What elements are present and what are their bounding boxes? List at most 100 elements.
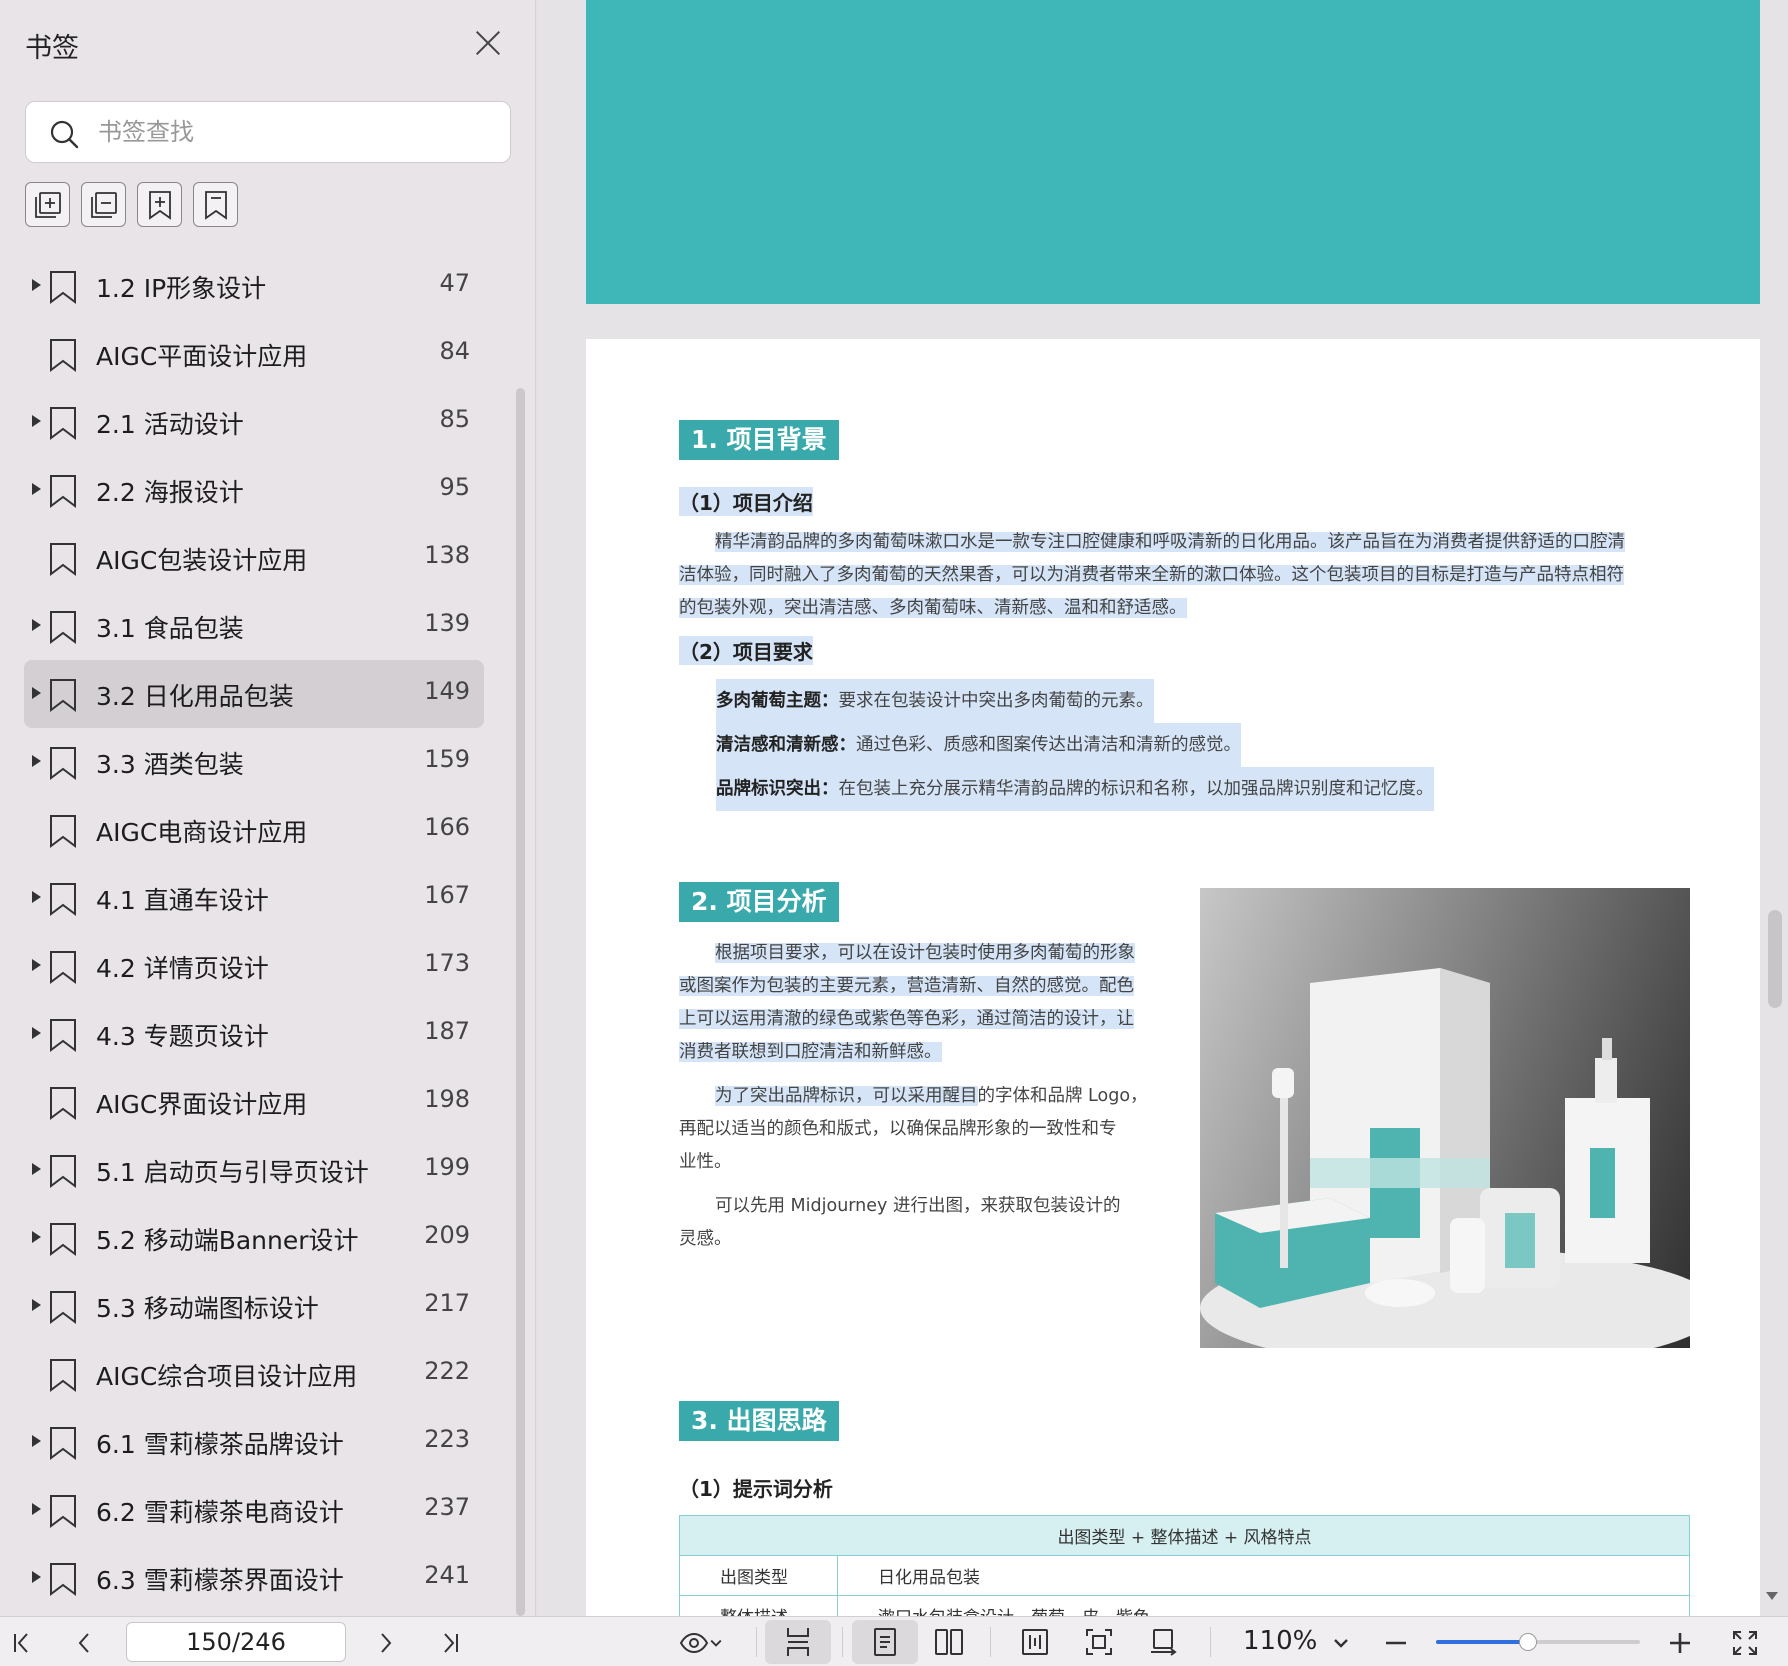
expand-all-icon [34, 191, 61, 218]
expand-arrow-icon[interactable] [32, 1299, 41, 1311]
zoom-in-button[interactable] [1662, 1625, 1698, 1661]
section-heading: 3. 出图思路 [679, 1401, 839, 1441]
bookmark-label: AIGC综合项目设计应用 [96, 1362, 358, 1391]
bookmark-icon [50, 1087, 76, 1120]
bookmark-item[interactable]: 4.2 详情页设计 173 [24, 932, 484, 1000]
prev-page-button[interactable] [66, 1625, 102, 1661]
product-photo [1200, 888, 1690, 1348]
expand-arrow-icon[interactable] [32, 1163, 41, 1175]
search-input[interactable] [98, 112, 488, 152]
close-icon[interactable] [470, 26, 506, 62]
text-line: 的字体和品牌 Logo， [977, 1086, 1148, 1106]
collapse-all-button[interactable] [81, 182, 126, 227]
zoom-level[interactable]: 110% [1243, 1626, 1317, 1656]
bookmark-label: 2.1 活动设计 [96, 410, 244, 439]
expand-arrow-icon[interactable] [32, 1571, 41, 1583]
chevron-right-icon [381, 1633, 392, 1653]
expand-all-button[interactable] [25, 182, 70, 227]
bookmark-item[interactable]: 2.2 海报设计 95 [24, 456, 484, 524]
chevron-down-icon [710, 1639, 722, 1647]
bookmark-icon [50, 611, 76, 644]
expand-arrow-icon[interactable] [32, 959, 41, 971]
expand-arrow-icon[interactable] [32, 1503, 41, 1515]
analysis-paragraph: 根据项目要求，可以在设计包装时使用多肉葡萄的形象 或图案作为包装的主要元素，营造… [679, 937, 1171, 1256]
bookmark-item[interactable]: 4.3 专题页设计 187 [24, 1000, 484, 1068]
two-page-icon [935, 1629, 963, 1655]
scroll-down-arrow-icon[interactable] [1766, 1592, 1778, 1600]
text-line: 的包装外观，突出清洁感、多肉葡萄味、清新感、温和和舒适感。 [679, 598, 1187, 618]
bookmark-item[interactable]: 1.2 IP形象设计 47 [24, 252, 484, 320]
text-line: 业性。 [679, 1152, 732, 1172]
bookmark-icon [204, 190, 227, 220]
zoom-out-button[interactable] [1378, 1625, 1414, 1661]
bookmark-icon [50, 339, 76, 372]
intro-paragraph: 精华清韵品牌的多肉葡萄味漱口水是一款专注口腔健康和呼吸清新的日化用品。该产品旨在… [679, 526, 1690, 625]
bookmark-page-number: 237 [424, 1493, 470, 1521]
table-header-row: 出图类型 + 整体描述 + 风格特点 [679, 1515, 1690, 1556]
bookmark-item[interactable]: 3.3 酒类包装 159 [24, 728, 484, 796]
expand-arrow-icon[interactable] [32, 1435, 41, 1447]
zoom-slider[interactable] [1436, 1633, 1640, 1651]
zoom-dropdown[interactable] [1326, 1625, 1356, 1661]
two-page-button[interactable] [916, 1620, 982, 1664]
bookmark-search[interactable] [25, 101, 511, 163]
text-line: 洁体验，同时融入了多肉葡萄的天然果香，可以为消费者带来全新的漱口体验。这个包装项… [679, 565, 1624, 585]
fit-width-button[interactable] [1002, 1620, 1068, 1664]
bookmark-page-number: 139 [424, 609, 470, 637]
bookmark-item[interactable]: AIGC电商设计应用 166 [24, 796, 484, 864]
bookmark-button[interactable] [193, 182, 238, 227]
bookmark-item[interactable]: AIGC界面设计应用 198 [24, 1068, 484, 1136]
bookmark-item[interactable]: AIGC综合项目设计应用 222 [24, 1340, 484, 1408]
requirement-item: 清洁感和清新感：通过色彩、质感和图案传达出清洁和清新的感觉。 [716, 723, 1241, 767]
bookmark-item[interactable]: 6.2 雪莉檬茶电商设计 237 [24, 1476, 484, 1544]
expand-arrow-icon[interactable] [32, 1231, 41, 1243]
bookmark-item[interactable]: 5.1 启动页与引导页设计 199 [24, 1136, 484, 1204]
expand-arrow-icon[interactable] [32, 755, 41, 767]
page-number-input[interactable] [126, 1622, 346, 1662]
bookmark-item[interactable]: 2.1 活动设计 85 [24, 388, 484, 456]
bookmark-icon [50, 1359, 76, 1392]
bookmark-label: 4.2 详情页设计 [96, 954, 269, 983]
bookmark-label: AIGC电商设计应用 [96, 818, 308, 847]
bookmark-item[interactable]: 5.3 移动端图标设计 217 [24, 1272, 484, 1340]
expand-arrow-icon[interactable] [32, 279, 41, 291]
continuous-view-button[interactable] [765, 1620, 831, 1664]
expand-arrow-icon[interactable] [32, 415, 41, 427]
document-scrollbar[interactable] [1768, 910, 1782, 1008]
expand-arrow-icon[interactable] [32, 1027, 41, 1039]
bookmark-page-number: 173 [424, 949, 470, 977]
reading-mode-dropdown[interactable] [704, 1625, 728, 1661]
last-page-button[interactable] [432, 1625, 468, 1661]
bookmark-item[interactable]: 5.2 移动端Banner设计 209 [24, 1204, 484, 1272]
expand-arrow-icon[interactable] [32, 619, 41, 631]
add-bookmark-button[interactable] [137, 182, 182, 227]
bookmark-item[interactable]: AIGC平面设计应用 84 [24, 320, 484, 388]
bookmark-icon [50, 1427, 76, 1460]
fit-page-button[interactable] [1066, 1620, 1132, 1664]
bookmark-page-number: 209 [424, 1221, 470, 1249]
bookmark-item[interactable]: 3.2 日化用品包装 149 [24, 660, 484, 728]
bookmark-item[interactable]: 6.3 雪莉檬茶界面设计 241 [24, 1544, 484, 1612]
expand-arrow-icon[interactable] [32, 687, 41, 699]
bookmark-item[interactable]: 4.1 直通车设计 167 [24, 864, 484, 932]
expand-arrow-icon[interactable] [32, 891, 41, 903]
fullscreen-button[interactable] [1727, 1625, 1763, 1661]
expand-arrow-icon[interactable] [32, 483, 41, 495]
bookmark-icon [50, 543, 76, 576]
table-cell: 日化用品包装 [837, 1555, 1690, 1596]
sidebar-scrollbar[interactable] [516, 388, 525, 1616]
chevron-down-icon [1334, 1639, 1348, 1648]
section-heading: 2. 项目分析 [679, 882, 839, 922]
bookmark-item[interactable]: 3.1 食品包装 139 [24, 592, 484, 660]
panel-title: 书签 [25, 33, 79, 64]
single-page-button[interactable] [852, 1620, 918, 1664]
bookmark-item[interactable]: 6.1 雪莉檬茶品牌设计 223 [24, 1408, 484, 1476]
rotate-page-button[interactable] [1130, 1620, 1196, 1664]
bookmark-label: 6.3 雪莉檬茶界面设计 [96, 1566, 344, 1595]
bookmark-page-number: 217 [424, 1289, 470, 1317]
zoom-slider-thumb[interactable] [1518, 1633, 1537, 1651]
first-page-button[interactable] [4, 1625, 40, 1661]
bookmark-item[interactable]: AIGC包装设计应用 138 [24, 524, 484, 592]
next-page-button[interactable] [368, 1625, 404, 1661]
fit-width-icon [1022, 1629, 1048, 1655]
